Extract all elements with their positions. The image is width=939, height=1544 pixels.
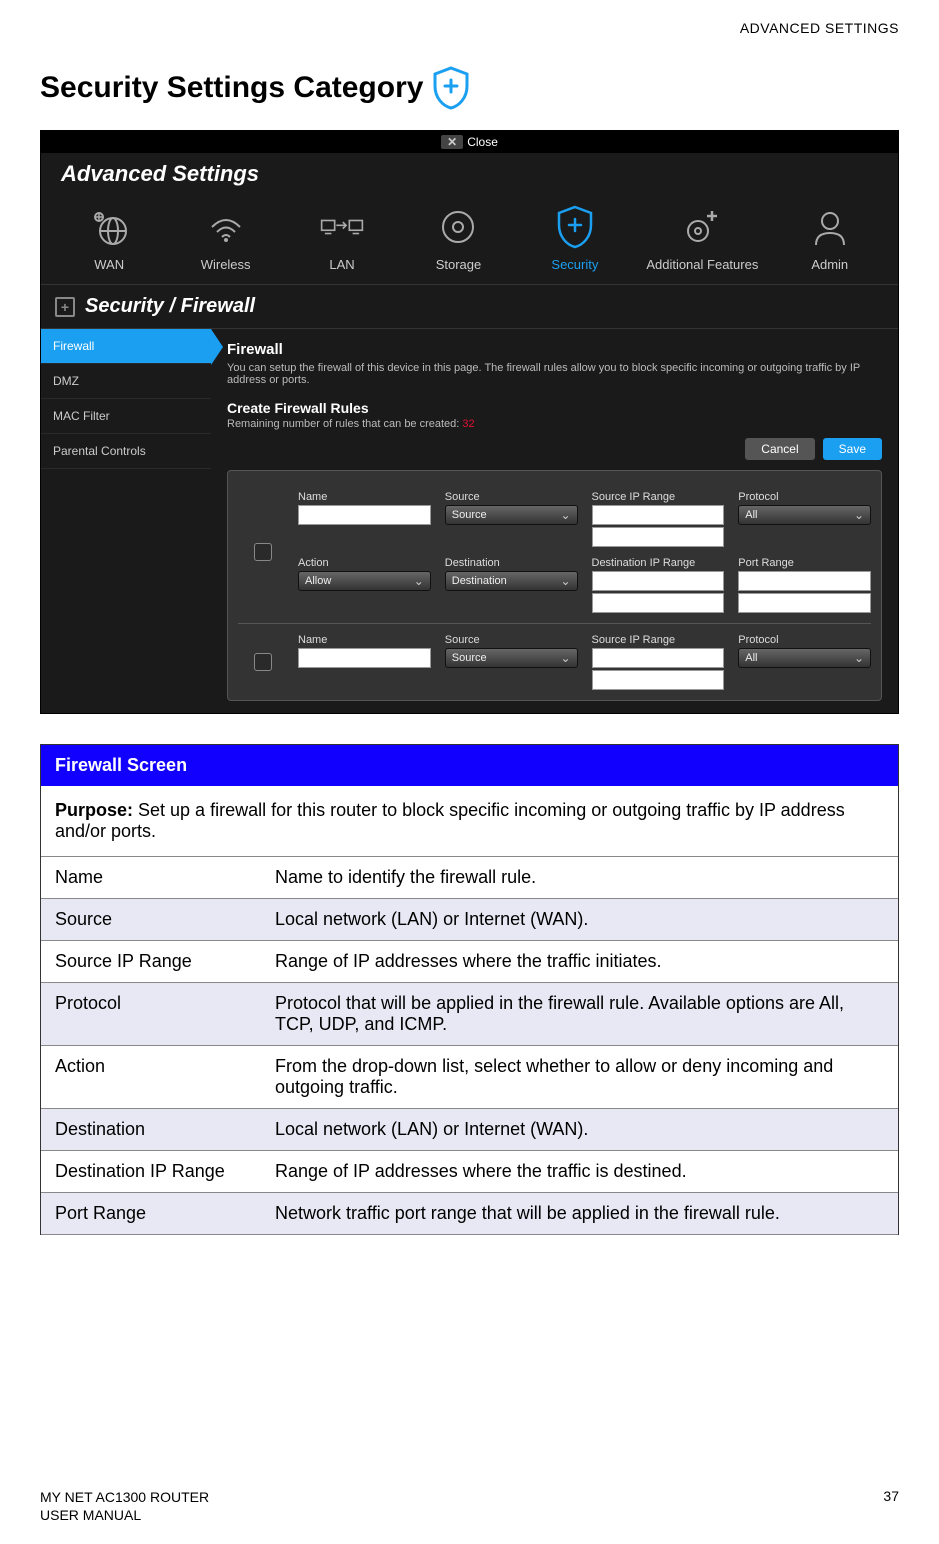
name-input[interactable]: [298, 505, 431, 525]
cancel-button[interactable]: Cancel: [745, 438, 814, 460]
port-range-input-2[interactable]: [738, 593, 871, 613]
section-heading: Firewall: [227, 341, 882, 358]
router-ui-screenshot: ✕ Close Advanced Settings WAN Wireless: [40, 130, 899, 714]
remaining-count: 32: [462, 418, 474, 430]
close-label: Close: [467, 135, 498, 149]
rules-table: Name Source Source Source IP Range Protoc…: [227, 470, 882, 701]
field-label: Source IP Range: [592, 491, 725, 503]
sidebar-item-firewall[interactable]: Firewall: [41, 329, 211, 364]
nav-label: Admin: [811, 257, 848, 272]
nav-label: LAN: [329, 257, 354, 272]
section-description: You can setup the firewall of this devic…: [227, 362, 882, 386]
field-label: Source IP Range: [592, 634, 725, 646]
table-row: Source IP RangeRange of IP addresses whe…: [41, 941, 898, 983]
dest-ip-input-1[interactable]: [592, 571, 725, 591]
table-row: SourceLocal network (LAN) or Internet (W…: [41, 899, 898, 941]
nav-admin[interactable]: Admin: [785, 205, 875, 272]
table-row: NameName to identify the firewall rule.: [41, 857, 898, 899]
field-label: Protocol: [738, 491, 871, 503]
remaining-rules-text: Remaining number of rules that can be cr…: [227, 418, 882, 430]
source-ip-input-1[interactable]: [592, 505, 725, 525]
save-button[interactable]: Save: [823, 438, 882, 460]
dest-ip-input-2[interactable]: [592, 593, 725, 613]
page-footer: MY NET AC1300 ROUTER USER MANUAL 37: [40, 1488, 899, 1524]
field-label: Name: [298, 491, 431, 503]
field-label: Source: [445, 634, 578, 646]
nav-label: Additional Features: [646, 257, 758, 272]
source-ip-input-2[interactable]: [592, 527, 725, 547]
sidebar-item-mac-filter[interactable]: MAC Filter: [41, 399, 211, 434]
shield-icon: [553, 205, 597, 249]
user-icon: [808, 205, 852, 249]
nav-wan[interactable]: WAN: [64, 205, 154, 272]
wifi-icon: [204, 205, 248, 249]
nav-label: WAN: [94, 257, 124, 272]
page-title: Security Settings Category: [40, 71, 423, 105]
footer-doc-type: USER MANUAL: [40, 1506, 209, 1524]
plus-gear-icon: [680, 205, 724, 249]
source-select[interactable]: Source: [445, 648, 578, 668]
lan-icon: [320, 205, 364, 249]
table-row: DestinationLocal network (LAN) or Intern…: [41, 1109, 898, 1151]
table-row: ActionFrom the drop-down list, select wh…: [41, 1046, 898, 1109]
protocol-select[interactable]: All: [738, 648, 871, 668]
table-row: Port RangeNetwork traffic port range tha…: [41, 1193, 898, 1235]
field-label: Protocol: [738, 634, 871, 646]
nav-storage[interactable]: Storage: [413, 205, 503, 272]
globe-icon: [87, 205, 131, 249]
firewall-doc-table: Firewall Screen Purpose: Set up a firewa…: [40, 744, 899, 1235]
table-row: Destination IP RangeRange of IP addresse…: [41, 1151, 898, 1193]
field-label: Source: [445, 491, 578, 503]
close-icon: ✕: [441, 135, 463, 149]
nav-security[interactable]: Security: [530, 205, 620, 272]
source-ip-input-2[interactable]: [592, 670, 725, 690]
field-label: Action: [298, 557, 431, 569]
field-label: Name: [298, 634, 431, 646]
name-input[interactable]: [298, 648, 431, 668]
nav-lan[interactable]: LAN: [297, 205, 387, 272]
breadcrumb-text: Security / Firewall: [85, 295, 255, 318]
field-label: Destination: [445, 557, 578, 569]
create-rules-heading: Create Firewall Rules: [227, 400, 882, 416]
close-bar[interactable]: ✕ Close: [41, 131, 898, 153]
disc-icon: [436, 205, 480, 249]
sidebar-item-parental[interactable]: Parental Controls: [41, 434, 211, 469]
nav-label: Security: [551, 257, 598, 272]
port-range-input-1[interactable]: [738, 571, 871, 591]
nav-additional[interactable]: Additional Features: [646, 205, 758, 272]
rule-row: Name Source Source Source IP Range Protoc…: [238, 624, 871, 690]
rule-checkbox[interactable]: [254, 653, 272, 671]
field-label: Destination IP Range: [592, 557, 725, 569]
destination-select[interactable]: Destination: [445, 571, 578, 591]
rule-row: Name Source Source Source IP Range Protoc…: [238, 481, 871, 624]
nav-label: Storage: [436, 257, 482, 272]
source-ip-input-1[interactable]: [592, 648, 725, 668]
protocol-select[interactable]: All: [738, 505, 871, 525]
modal-title: Advanced Settings: [41, 153, 898, 195]
table-purpose: Purpose: Set up a firewall for this rout…: [41, 786, 898, 857]
shield-icon: [431, 66, 471, 110]
footer-product: MY NET AC1300 ROUTER: [40, 1488, 209, 1506]
table-header: Firewall Screen: [41, 745, 898, 786]
rule-checkbox[interactable]: [254, 543, 272, 561]
page-number: 37: [883, 1488, 899, 1524]
source-select[interactable]: Source: [445, 505, 578, 525]
action-select[interactable]: Allow: [298, 571, 431, 591]
expand-icon[interactable]: +: [55, 297, 75, 317]
nav-wireless[interactable]: Wireless: [181, 205, 271, 272]
table-row: ProtocolProtocol that will be applied in…: [41, 983, 898, 1046]
field-label: Port Range: [738, 557, 871, 569]
header-category: ADVANCED SETTINGS: [40, 20, 899, 36]
sidebar-item-dmz[interactable]: DMZ: [41, 364, 211, 399]
nav-label: Wireless: [201, 257, 251, 272]
